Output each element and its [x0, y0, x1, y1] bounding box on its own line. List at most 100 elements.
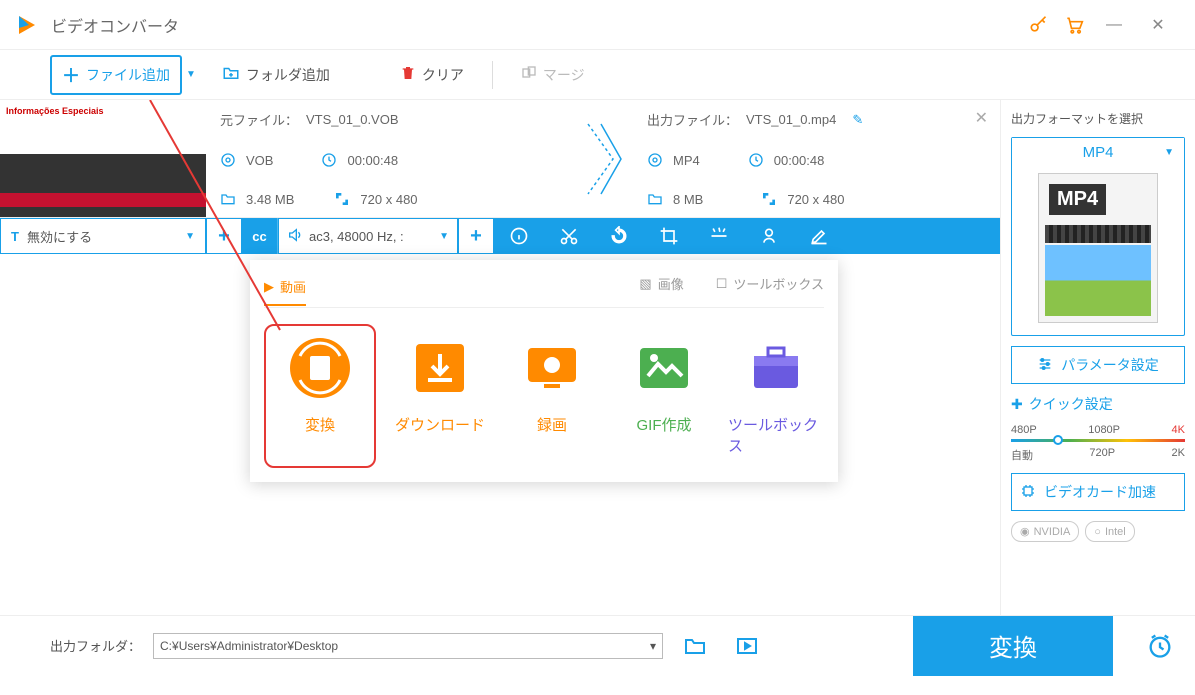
feature-download[interactable]: ダウンロード [392, 324, 488, 468]
sliders-icon [1037, 356, 1053, 375]
gpu-accel-button[interactable]: ビデオカード加速 [1011, 473, 1185, 511]
intel-label: Intel [1105, 526, 1126, 538]
tab-image[interactable]: ▧画像 [639, 274, 683, 299]
chip-icon [1020, 483, 1036, 502]
merge-label: マージ [543, 65, 585, 85]
output-path-value: C:¥Users¥Administrator¥Desktop [160, 639, 338, 653]
eye-icon: ◉ [1020, 525, 1030, 538]
tab-toolbox[interactable]: ☐ツールボックス [716, 274, 824, 299]
toolbar-separator [492, 61, 493, 89]
app-logo-icon [15, 13, 39, 37]
remove-item-icon[interactable]: ✕ [975, 108, 988, 128]
chevron-down-icon: ▾ [650, 639, 656, 653]
feature-record[interactable]: 録画 [504, 324, 600, 468]
source-format: VOB [246, 153, 273, 168]
output-label: 出力ファイル： [647, 110, 738, 129]
parameter-settings-button[interactable]: パラメータ設定 [1011, 346, 1185, 384]
clear-label: クリア [422, 65, 464, 85]
res-auto: 自動 [1011, 447, 1033, 463]
format-icon [647, 152, 665, 168]
browse-media-button[interactable] [727, 626, 767, 666]
output-path-input[interactable]: C:¥Users¥Administrator¥Desktop ▾ [153, 633, 663, 659]
output-format: MP4 [673, 153, 700, 168]
gpu-label: ビデオカード加速 [1044, 482, 1156, 502]
schedule-button[interactable] [1125, 616, 1195, 676]
effects-button[interactable] [694, 218, 744, 254]
clear-button[interactable]: クリア [390, 60, 474, 90]
folder-icon [220, 191, 238, 207]
folder-plus-icon [222, 64, 240, 85]
merge-icon [521, 65, 537, 84]
plus-square-icon: ✚ [1011, 396, 1023, 413]
source-dimensions: 720 x 480 [360, 192, 417, 207]
output-size: 8 MB [673, 192, 703, 207]
dimensions-icon [761, 191, 779, 207]
source-label: 元ファイル： [220, 110, 298, 129]
add-folder-label: フォルダ追加 [246, 65, 330, 85]
add-file-button[interactable]: ＋ ファイル追加 [50, 55, 182, 95]
titlebar: ビデオコンバータ — ✕ [0, 0, 1195, 50]
feature-convert[interactable]: 変換 [264, 324, 376, 468]
minimize-button[interactable]: — [1092, 3, 1136, 47]
video-icon: ▶ [264, 279, 274, 295]
cart-icon[interactable] [1056, 7, 1092, 43]
clock-icon [748, 152, 766, 168]
cc-button[interactable]: cc [242, 218, 278, 254]
thumb-title: Informações Especiais [6, 106, 104, 116]
dimensions-icon [334, 191, 352, 207]
format-value: MP4 [1083, 144, 1114, 161]
sidebar: 出力フォーマットを選択 MP4 ▼ MP4 パラメータ設定 ✚ クイック設定 4… [1000, 100, 1195, 615]
toolbar: ＋ ファイル追加 ▼ フォルダ追加 クリア マージ [0, 50, 1195, 100]
chevron-down-icon: ▼ [439, 231, 449, 242]
subtitle-select[interactable]: T 無効にする ▼ [0, 218, 206, 254]
feature-convert-label: 変換 [305, 414, 335, 435]
add-file-dropdown-icon[interactable]: ▼ [186, 69, 196, 80]
tab-video[interactable]: ▶ 動画 [264, 277, 306, 306]
tab-video-label: 動画 [280, 277, 306, 296]
edit-filename-icon[interactable]: ✎ [852, 112, 863, 128]
plus-icon: ＋ [62, 62, 80, 88]
watermark-button[interactable] [744, 218, 794, 254]
main-area: Informações Especiais 元ファイル：VTS_01_0.VOB… [0, 100, 1000, 615]
merge-button[interactable]: マージ [511, 60, 595, 90]
edit-bar: T 無効にする ▼ + cc ac3, 48000 Hz, : ▼ + [0, 218, 1000, 254]
feature-record-label: 録画 [537, 414, 567, 435]
resolution-slider[interactable]: 480P 1080P 4K 自動 720P 2K [1011, 424, 1185, 463]
record-icon [520, 336, 584, 400]
convert-icon [288, 336, 352, 400]
rotate-button[interactable] [594, 218, 644, 254]
audio-select[interactable]: ac3, 48000 Hz, : ▼ [278, 218, 458, 254]
open-folder-button[interactable] [675, 626, 715, 666]
app-title: ビデオコンバータ [51, 13, 1020, 37]
source-column: 元ファイル：VTS_01_0.VOB VOB 00:00:48 3.48 MB … [206, 100, 573, 217]
thumbnail[interactable]: Informações Especiais [0, 100, 206, 217]
cut-button[interactable] [544, 218, 594, 254]
res-480: 480P [1011, 424, 1037, 436]
text-icon: T [11, 229, 19, 244]
add-folder-button[interactable]: フォルダ追加 [212, 59, 340, 90]
close-button[interactable]: ✕ [1136, 3, 1180, 47]
edit-button[interactable] [794, 218, 844, 254]
format-selector[interactable]: MP4 ▼ MP4 [1011, 137, 1185, 336]
output-folder-label: 出力フォルダ： [50, 636, 141, 655]
footer: 出力フォルダ： C:¥Users¥Administrator¥Desktop ▾… [0, 615, 1195, 675]
gpu-chips: ◉NVIDIA ○Intel [1011, 521, 1185, 542]
info-button[interactable] [494, 218, 544, 254]
feature-toolbox[interactable]: ツールボックス [728, 324, 824, 468]
key-icon[interactable] [1020, 7, 1056, 43]
add-subtitle-button[interactable]: + [206, 218, 242, 254]
res-1080: 1080P [1088, 424, 1120, 436]
output-column: 出力ファイル：VTS_01_0.mp4✎ MP4 00:00:48 8 MB 7… [633, 100, 1000, 217]
add-file-label: ファイル追加 [86, 65, 170, 85]
source-size: 3.48 MB [246, 192, 294, 207]
source-duration: 00:00:48 [347, 153, 398, 168]
convert-button[interactable]: 変換 [913, 616, 1113, 676]
format-preview: MP4 [1038, 173, 1158, 323]
crop-button[interactable] [644, 218, 694, 254]
mp4-tag: MP4 [1049, 184, 1106, 215]
res-720: 720P [1089, 447, 1115, 463]
format-icon [220, 152, 238, 168]
feature-gif[interactable]: GIF作成 [616, 324, 712, 468]
add-audio-button[interactable]: + [458, 218, 494, 254]
clock-icon [321, 152, 339, 168]
